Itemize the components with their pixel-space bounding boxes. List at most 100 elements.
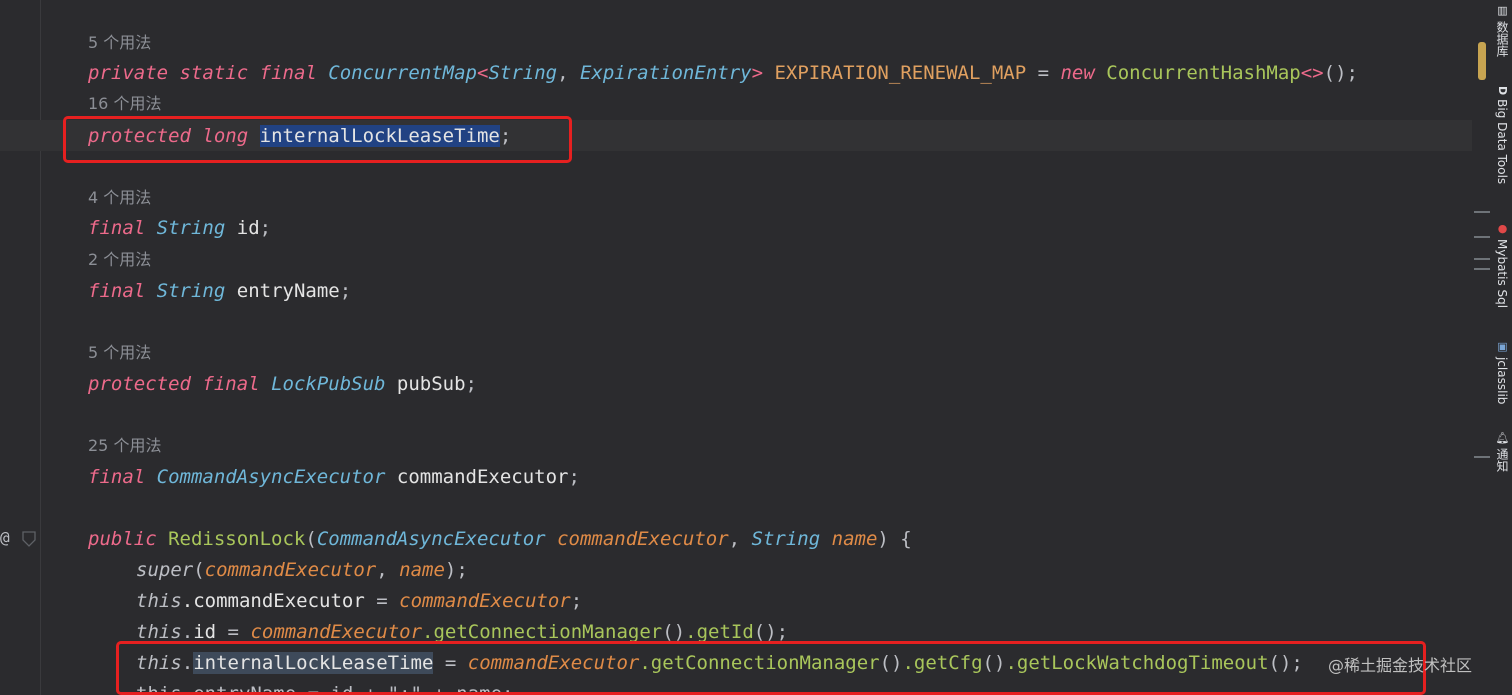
code-line-constructor[interactable]: public RedissonLock(CommandAsyncExecutor… [88, 524, 912, 554]
method-call: .getId [685, 621, 754, 643]
type-name: String [156, 217, 226, 239]
generic-bracket: > [751, 62, 764, 84]
code-line-pubsub-field[interactable]: protected final LockPubSub pubSub; [88, 369, 477, 399]
tool-jclasslib[interactable]: ▣ jclasslib [1492, 340, 1512, 404]
field-name: commandExecutor [396, 466, 569, 488]
keyword: final [259, 62, 317, 84]
usage-hint[interactable]: 5 个用法 [88, 31, 151, 55]
keyword: super [136, 559, 194, 581]
type-name: String [488, 62, 558, 84]
keyword: final [202, 373, 260, 395]
code-line-expiration-map[interactable]: private static final ConcurrentMap<Strin… [88, 58, 1358, 88]
punctuation: ; [465, 373, 477, 395]
tool-label: 数据库 [1495, 21, 1509, 57]
watermark-text: @稀土掘金技术社区 [1328, 656, 1472, 675]
keyword: final [88, 466, 146, 488]
code-line-super-call[interactable]: super(commandExecutor, name); [136, 555, 468, 585]
highlight-box-field [63, 116, 572, 163]
scroll-marker [1474, 211, 1490, 213]
gutter-divider [40, 0, 41, 695]
generic-bracket: < [477, 62, 489, 84]
punctuation: ) { [877, 528, 912, 550]
type-name: String [751, 528, 821, 550]
punctuation: (); [753, 621, 789, 643]
scroll-marker [1474, 456, 1490, 458]
parameter-name: name [831, 528, 878, 550]
tool-label: jclasslib [1495, 357, 1509, 405]
parameter-name: commandExecutor [250, 621, 423, 643]
punctuation: (); [1323, 62, 1358, 84]
punctuation: , [376, 559, 400, 581]
operator: = [216, 621, 251, 643]
code-line-assign-executor[interactable]: this.commandExecutor = commandExecutor; [136, 586, 582, 616]
code-editor[interactable]: 5 个用法 16 个用法 4 个用法 2 个用法 5 个用法 25 个用法 pr… [0, 0, 1472, 695]
type-name: LockPubSub [271, 373, 386, 395]
code-line-executor-field[interactable]: final CommandAsyncExecutor commandExecut… [88, 462, 580, 492]
scroll-marker [1474, 236, 1490, 238]
fold-shield-icon[interactable] [22, 530, 36, 548]
parameter-name: commandExecutor [204, 559, 377, 581]
punctuation: ( [305, 528, 317, 550]
tool-big-data-tools[interactable]: D Big Data Tools [1492, 86, 1512, 184]
keyword: this [136, 621, 182, 643]
punctuation: () [662, 621, 686, 643]
field-name: id [236, 217, 260, 239]
field-name: id [193, 621, 217, 643]
keyword: protected [88, 373, 191, 395]
jclasslib-icon: ▣ [1496, 340, 1509, 353]
keyword: private [88, 62, 169, 84]
punctuation: ); [444, 559, 468, 581]
usage-hint[interactable]: 16 个用法 [88, 92, 161, 116]
tool-database[interactable]: ▥ 数据库 [1492, 4, 1512, 57]
punctuation: , [557, 62, 580, 84]
operator: = [1026, 62, 1061, 84]
punctuation: ; [568, 466, 580, 488]
keyword: final [88, 217, 146, 239]
bell-icon: 🔔︎ [1496, 430, 1509, 444]
type-name: CommandAsyncExecutor [316, 528, 546, 550]
operator: = [364, 590, 400, 612]
method-name: RedissonLock [168, 528, 306, 550]
mybatis-icon: ● [1496, 222, 1509, 235]
punctuation: ; [339, 280, 352, 302]
field-name: .commandExecutor [181, 590, 365, 612]
type-name: ConcurrentMap [328, 62, 477, 84]
usage-hint[interactable]: 4 个用法 [88, 186, 151, 210]
keyword: static [179, 62, 249, 84]
type-name: ExpirationEntry [579, 62, 752, 84]
usage-hint[interactable]: 5 个用法 [88, 341, 151, 365]
class-name: ConcurrentHashMap [1106, 62, 1301, 84]
punctuation: . [181, 621, 194, 643]
code-line-id-field[interactable]: final String id; [88, 213, 271, 243]
code-line-entryname-field[interactable]: final String entryName; [88, 276, 351, 306]
method-call: .getConnectionManager [422, 621, 663, 643]
keyword: new [1060, 62, 1095, 84]
highlight-box-assignment [116, 641, 1426, 695]
parameter-name: name [399, 559, 445, 581]
keyword: this [136, 590, 182, 612]
type-name: CommandAsyncExecutor [156, 466, 386, 488]
punctuation: ; [259, 217, 272, 239]
keyword: public [88, 528, 157, 550]
keyword: final [88, 280, 146, 302]
annotation-at-icon[interactable]: @ [0, 528, 10, 547]
big-data-icon: D [1496, 86, 1509, 96]
scrollbar-thumb[interactable] [1478, 42, 1486, 80]
generic-bracket: <> [1300, 62, 1324, 84]
tool-mybatis-sql[interactable]: ● Mybatis Sql [1492, 222, 1512, 308]
parameter-name: commandExecutor [399, 590, 571, 612]
tool-label: Mybatis Sql [1495, 239, 1509, 309]
constant-name: EXPIRATION_RENEWAL_MAP [774, 62, 1027, 84]
scroll-marker [1474, 268, 1490, 270]
type-name: String [156, 280, 226, 302]
parameter-name: commandExecutor [557, 528, 729, 550]
database-icon: ▥ [1496, 4, 1509, 17]
usage-hint[interactable]: 25 个用法 [88, 434, 161, 458]
tool-label: Big Data Tools [1495, 99, 1509, 185]
usage-hint[interactable]: 2 个用法 [88, 248, 151, 272]
field-name: pubSub [396, 373, 466, 395]
punctuation: , [728, 528, 752, 550]
punctuation: ( [193, 559, 205, 581]
field-name: entryName [236, 280, 340, 302]
tool-notifications[interactable]: 🔔︎ 通知 [1492, 430, 1512, 472]
